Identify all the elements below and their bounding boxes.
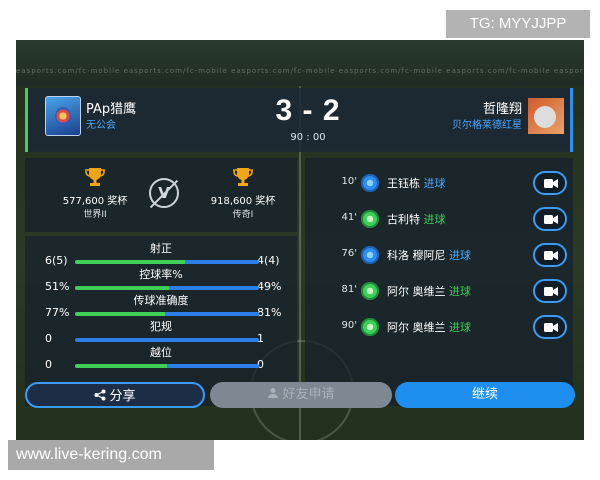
match-stats: 射正 6(5) 4(4) 控球率% 51% 49% 传球准确度 77% 81% 犯规 0 1 越位 0 0 xyxy=(25,236,297,406)
event-player: 王钰栋 进球 xyxy=(387,175,446,191)
event-player-name: 王钰栋 xyxy=(387,177,420,190)
versus-icon: V xyxy=(149,178,179,208)
away-team-club: 贝尔格莱德红星 xyxy=(452,120,522,131)
event-type: 进球 xyxy=(423,213,446,226)
video-camera-icon xyxy=(544,323,558,332)
event-type: 进球 xyxy=(449,285,471,298)
stat-bar xyxy=(75,286,259,290)
stat-bar xyxy=(75,260,259,264)
football-icon xyxy=(361,174,379,192)
event-minute: 81' xyxy=(341,284,357,295)
shield-crest-icon xyxy=(45,96,81,136)
friend-request-label: 好友申请 xyxy=(282,387,335,402)
match-time: 90 : 00 xyxy=(290,132,326,143)
share-icon xyxy=(94,389,106,401)
replay-video-button[interactable] xyxy=(533,243,567,267)
trophy-comparison: 577,600 奖杯 世界II V 918,600 奖杯 传奇I xyxy=(25,158,297,232)
stadium-background: easports.com/fc-mobile easports.com/fc-m… xyxy=(16,40,584,86)
event-player: 科洛 穆阿尼 进球 xyxy=(387,247,471,263)
event-minute: 10' xyxy=(341,176,357,187)
stat-bar-home-fill xyxy=(75,312,166,316)
football-icon xyxy=(361,282,379,300)
home-team-name: PAp猎鹰 xyxy=(86,102,137,117)
goal-events: 10' 王钰栋 进球 41' 古利特 进球 76' 科洛 穆阿尼 进球 81' 阿尔 奥维兰 … xyxy=(305,158,573,406)
event-minute: 41' xyxy=(341,212,357,223)
scoreboard-header: PAp猎鹰 无公会 3 - 2 90 : 00 哲隆翔 贝尔格莱德红星 xyxy=(25,88,573,152)
stat-bar xyxy=(75,364,259,368)
trophy-icon xyxy=(85,166,105,186)
home-trophy-count: 577,600 奖杯 xyxy=(62,196,128,207)
event-player-name: 阿尔 奥维兰 xyxy=(387,285,446,298)
replay-video-button[interactable] xyxy=(533,315,567,339)
stat-home-value: 0 xyxy=(45,358,52,371)
event-player-name: 阿尔 奥维兰 xyxy=(387,321,446,334)
video-camera-icon xyxy=(544,287,558,296)
replay-video-button[interactable] xyxy=(533,279,567,303)
watermark-top: TG: MYYJJPP xyxy=(446,10,590,38)
event-type: 进球 xyxy=(449,249,471,262)
stat-bar-home-fill xyxy=(75,364,167,368)
replay-video-button[interactable] xyxy=(533,171,567,195)
home-rank-level: 世界II xyxy=(83,210,107,220)
goal-event-row: 81' 阿尔 奥维兰 进球 xyxy=(305,276,573,306)
away-trophy-count: 918,600 奖杯 xyxy=(210,196,276,207)
event-player: 古利特 进球 xyxy=(387,211,446,227)
event-minute: 76' xyxy=(341,248,357,259)
share-label: 分享 xyxy=(109,389,136,404)
player-avatar-icon xyxy=(528,98,564,134)
event-minute: 90' xyxy=(341,320,357,331)
trophy-icon xyxy=(233,166,253,186)
event-type: 进球 xyxy=(423,177,446,190)
watermark-bottom: www.live-kering.com xyxy=(8,440,214,470)
stat-bar xyxy=(75,312,259,316)
video-camera-icon xyxy=(544,251,558,260)
football-icon xyxy=(361,318,379,336)
event-player: 阿尔 奥维兰 进球 xyxy=(387,319,471,335)
goal-event-row: 10' 王钰栋 进球 xyxy=(305,168,573,198)
video-camera-icon xyxy=(544,179,558,188)
goal-event-row: 76' 科洛 穆阿尼 进球 xyxy=(305,240,573,270)
match-result-screen: easports.com/fc-mobile easports.com/fc-m… xyxy=(16,40,584,440)
event-player: 阿尔 奥维兰 进球 xyxy=(387,283,471,299)
football-icon xyxy=(361,210,379,228)
share-button[interactable]: 分享 xyxy=(25,382,205,408)
ad-board: easports.com/fc-mobile easports.com/fc-m… xyxy=(16,67,584,75)
stat-bar-home-fill xyxy=(75,286,169,290)
stat-bar-home-fill xyxy=(75,260,186,264)
home-team-club: 无公会 xyxy=(86,120,116,131)
video-camera-icon xyxy=(544,215,558,224)
away-rank-level: 传奇I xyxy=(232,210,254,220)
goal-event-row: 90' 阿尔 奥维兰 进球 xyxy=(305,312,573,342)
stat-bar xyxy=(75,338,259,342)
football-icon xyxy=(361,246,379,264)
event-player-name: 科洛 穆阿尼 xyxy=(387,249,446,262)
event-type: 进球 xyxy=(449,321,471,334)
match-score: 3 - 2 xyxy=(275,94,341,127)
goal-event-row: 41' 古利特 进球 xyxy=(305,204,573,234)
event-player-name: 古利特 xyxy=(387,213,420,226)
friend-request-button[interactable]: 好友申请 xyxy=(210,382,392,408)
away-team-name: 哲隆翔 xyxy=(482,102,522,117)
replay-video-button[interactable] xyxy=(533,207,567,231)
add-friend-icon xyxy=(268,388,279,398)
continue-button[interactable]: 继续 xyxy=(395,382,575,408)
